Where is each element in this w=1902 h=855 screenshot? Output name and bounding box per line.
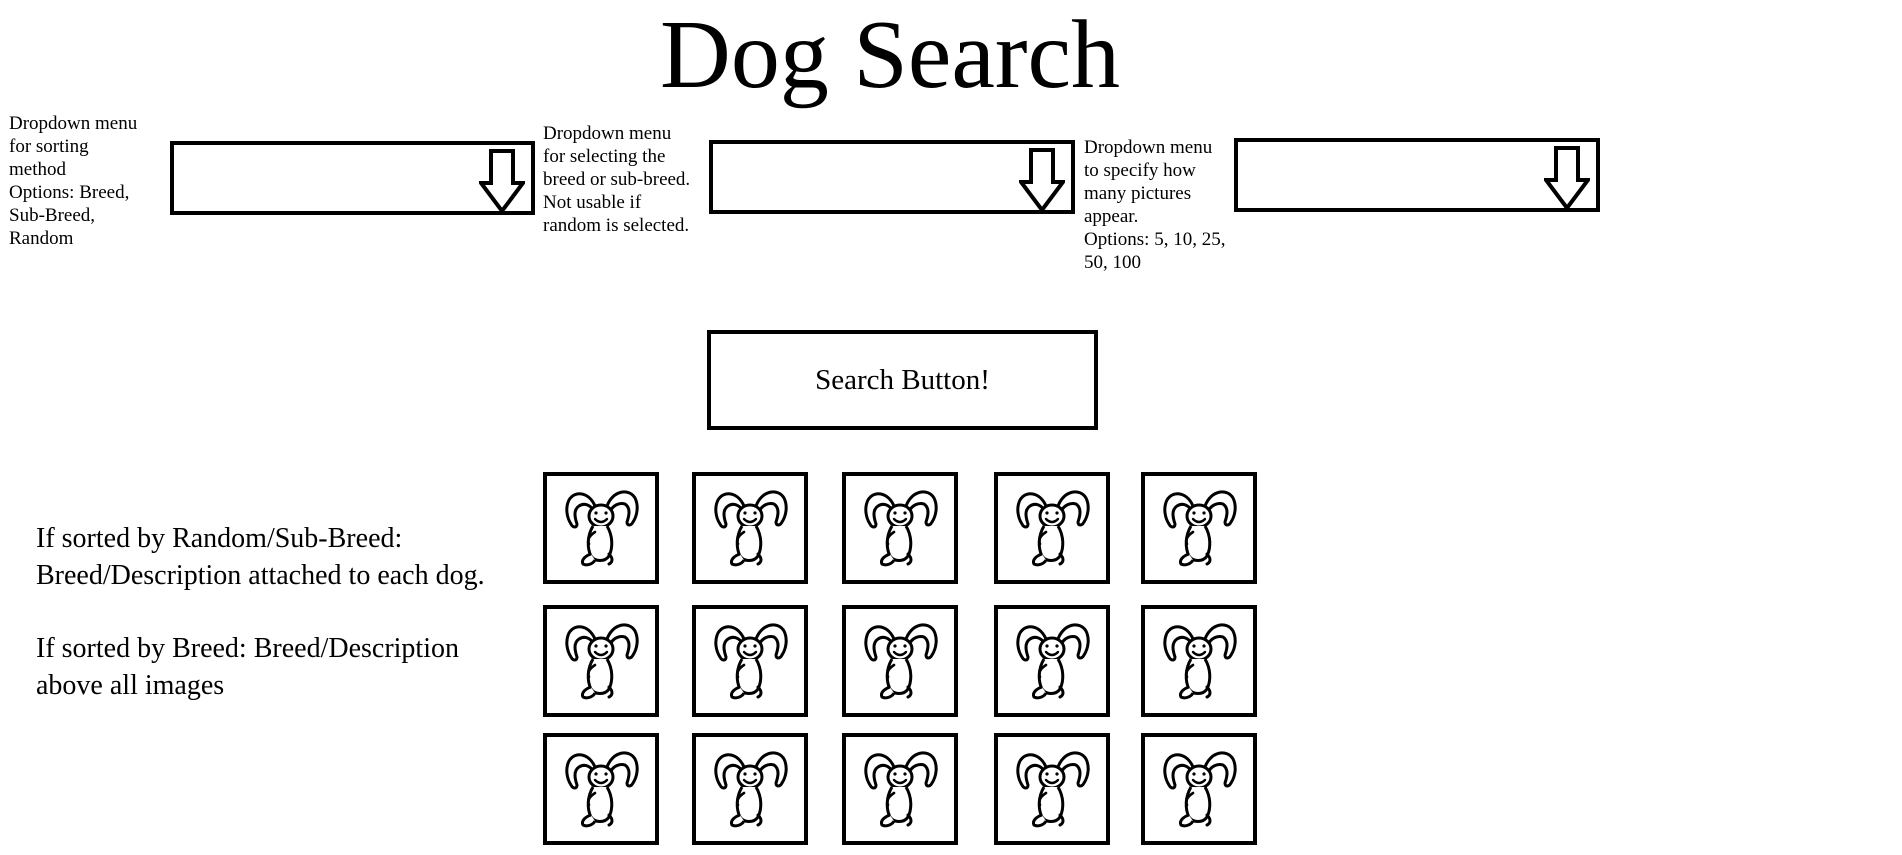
dog-image-card[interactable] [842, 472, 958, 584]
down-arrow-icon [479, 149, 525, 213]
dog-image-card[interactable] [994, 605, 1110, 717]
note-line: for sorting [9, 136, 89, 157]
down-arrow-icon [1019, 148, 1065, 212]
dog-image-card[interactable] [842, 605, 958, 717]
sort-explanation: If sorted by Random/Sub-Breed: Breed/Des… [36, 520, 506, 704]
dog-icon [1153, 615, 1245, 707]
dog-image-card[interactable] [1141, 472, 1257, 584]
note-line: Dropdown menu [543, 123, 672, 144]
note-line: Not usable if [543, 192, 642, 213]
dog-icon [854, 482, 946, 574]
note-line: method [9, 159, 66, 180]
sort-method-dropdown[interactable] [170, 141, 535, 215]
note-line: breed or sub-breed. [543, 169, 691, 190]
dog-icon [854, 615, 946, 707]
note-line: Options: Breed, [9, 182, 130, 203]
dog-image-card[interactable] [692, 605, 808, 717]
random-sort-note: If sorted by Random/Sub-Breed: Breed/Des… [36, 523, 485, 591]
breed-dropdown[interactable] [709, 140, 1075, 214]
note-line: random is selected. [543, 215, 690, 236]
count-dropdown-note: Dropdown menu to specify how many pictur… [1084, 136, 1225, 274]
dog-icon [704, 615, 796, 707]
note-line: Random [9, 228, 74, 249]
dog-image-card[interactable] [842, 733, 958, 845]
dog-image-card[interactable] [543, 733, 659, 845]
dog-image-card[interactable] [1141, 605, 1257, 717]
dog-image-card[interactable] [543, 472, 659, 584]
dog-icon [555, 615, 647, 707]
dog-icon [555, 743, 647, 835]
dog-icon [1006, 743, 1098, 835]
search-button[interactable]: Search Button! [707, 330, 1098, 430]
dog-image-card[interactable] [543, 605, 659, 717]
note-line: many pictures [1084, 183, 1192, 204]
breed-sort-note: If sorted by Breed: Breed/Description ab… [36, 633, 459, 701]
dog-icon [1006, 482, 1098, 574]
dog-icon [1153, 482, 1245, 574]
dog-image-card[interactable] [692, 472, 808, 584]
dog-image-card[interactable] [1141, 733, 1257, 845]
note-line: to specify how [1084, 160, 1196, 181]
breed-dropdown-note: Dropdown menu for selecting the breed or… [543, 122, 690, 237]
dog-image-card[interactable] [994, 733, 1110, 845]
note-line: Dropdown menu [1084, 137, 1213, 158]
dog-image-card[interactable] [692, 733, 808, 845]
note-line: Sub-Breed, [9, 205, 96, 226]
dog-icon [1006, 615, 1098, 707]
dog-icon [704, 743, 796, 835]
sort-dropdown-note: Dropdown menu for sorting method Options… [9, 112, 137, 250]
note-line: 50, 100 [1084, 252, 1141, 273]
dog-icon [1153, 743, 1245, 835]
down-arrow-icon [1544, 146, 1590, 210]
page-title: Dog Search [660, 1, 1120, 109]
dog-image-grid [543, 472, 1263, 850]
note-line: for selecting the [543, 146, 666, 167]
dog-icon [555, 482, 647, 574]
note-line: appear. [1084, 206, 1139, 227]
dog-icon [854, 743, 946, 835]
dog-image-card[interactable] [994, 472, 1110, 584]
dog-icon [704, 482, 796, 574]
note-line: Options: 5, 10, 25, [1084, 229, 1226, 250]
picture-count-dropdown[interactable] [1234, 138, 1600, 212]
note-line: Dropdown menu [9, 113, 138, 134]
